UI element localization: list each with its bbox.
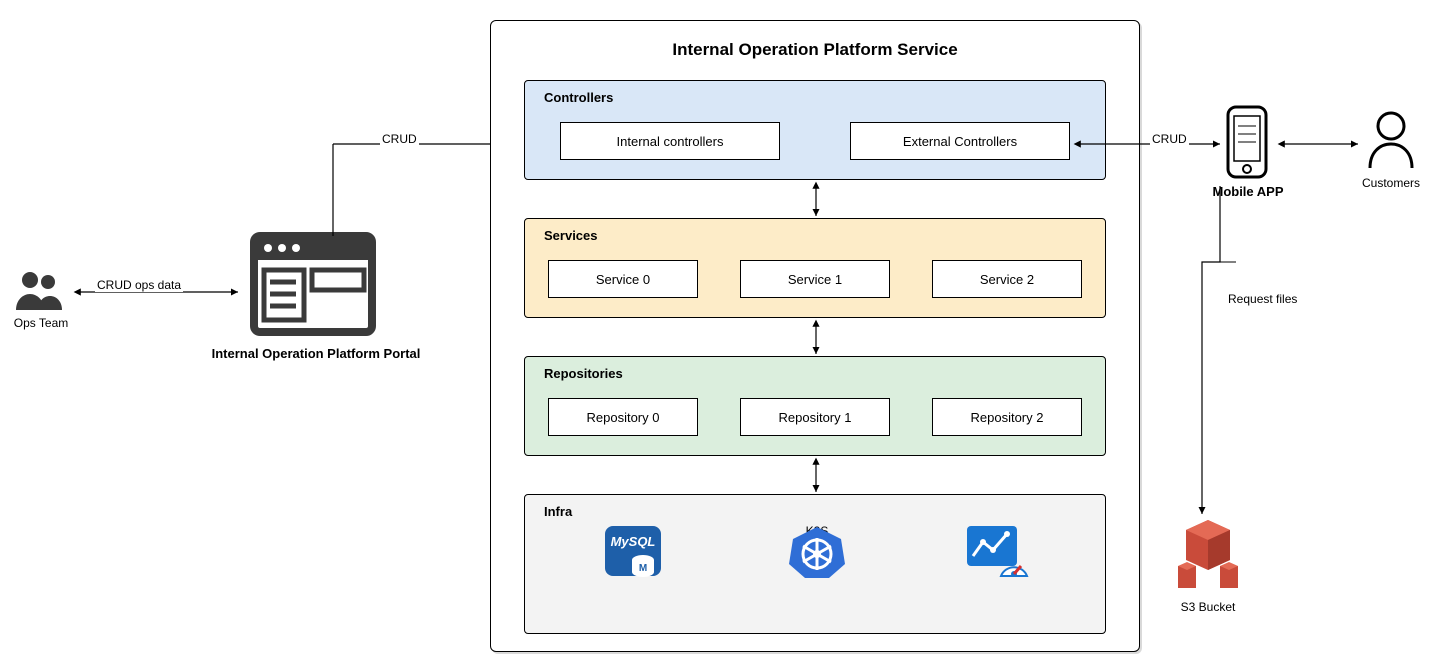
infra-monitor-label: Monitor bbox=[975, 524, 1015, 538]
infra-layer bbox=[524, 494, 1106, 634]
edge-mobile-s3-label: Request files bbox=[1228, 292, 1297, 306]
edge-ops-portal-label: CRUD ops data bbox=[95, 278, 183, 292]
mobile-app-label: Mobile APP bbox=[1208, 184, 1288, 199]
repos-title: Repositories bbox=[544, 366, 623, 381]
customers-label: Customers bbox=[1356, 176, 1426, 190]
services-title: Services bbox=[544, 228, 598, 243]
infra-k8s: K8S bbox=[772, 524, 862, 538]
edge-external-mobile-label: CRUD bbox=[1150, 132, 1189, 146]
controllers-title: Controllers bbox=[544, 90, 613, 105]
services-item-0: Service 0 bbox=[548, 260, 698, 298]
infra-k8s-label: K8S bbox=[806, 524, 829, 538]
repos-item-1: Repository 1 bbox=[740, 398, 890, 436]
edge-portal-controllers-label: CRUD bbox=[380, 132, 419, 146]
controllers-item-1: External Controllers bbox=[850, 122, 1070, 160]
edge-mobile-s3 bbox=[1196, 182, 1256, 522]
service-title: Internal Operation Platform Service bbox=[490, 40, 1140, 60]
edge-mobile-customers bbox=[1276, 136, 1362, 152]
infra-title: Infra bbox=[544, 504, 572, 519]
ops-team-label: Ops Team bbox=[6, 316, 76, 330]
s3-bucket-label: S3 Bucket bbox=[1172, 600, 1244, 614]
architecture-diagram: Ops Team CRUD ops data Internal Operatio… bbox=[0, 0, 1443, 662]
portal-label: Internal Operation Platform Portal bbox=[186, 346, 446, 361]
repos-item-2: Repository 2 bbox=[932, 398, 1082, 436]
controllers-item-0: Internal controllers bbox=[560, 122, 780, 160]
services-item-2: Service 2 bbox=[932, 260, 1082, 298]
infra-monitor: Monitor bbox=[950, 524, 1040, 538]
services-item-1: Service 1 bbox=[740, 260, 890, 298]
repos-item-0: Repository 0 bbox=[548, 398, 698, 436]
infra-mysql: MySQL M MySQL bbox=[588, 524, 678, 538]
infra-mysql-label: MySQL bbox=[613, 524, 653, 538]
